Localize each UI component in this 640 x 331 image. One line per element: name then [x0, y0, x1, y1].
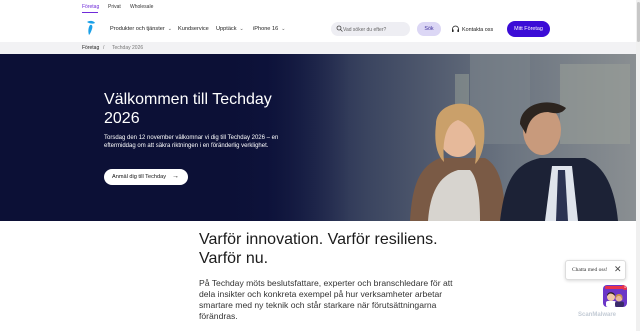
menu-kundservice-label: Kundservice — [178, 26, 209, 32]
section-paragraph: På Techday möts beslutsfattare, experter… — [199, 278, 453, 321]
section-heading: Varför innovation. Varför resiliens. Var… — [199, 231, 438, 267]
contact-label: Kontakta oss — [462, 26, 494, 33]
search-placeholder: Vad söker du efter? — [343, 26, 387, 33]
register-button[interactable]: Anmäl dig till Techday → — [104, 169, 188, 185]
my-account-button[interactable]: Mitt Företag — [507, 21, 550, 37]
menu-products[interactable]: Produkter och tjänster ⌄ — [110, 26, 172, 32]
hero-photo — [0, 54, 636, 221]
hero-section: Välkommen till Techday 2026 Torsdag den … — [0, 54, 636, 221]
search-input[interactable]: Vad söker du efter? — [331, 22, 410, 36]
breadcrumb-link-foretag[interactable]: Företag — [82, 45, 99, 51]
headset-icon — [452, 25, 459, 32]
menu-products-label: Produkter och tjänster — [110, 26, 165, 32]
breadcrumb: Företag / Techday 2026 — [0, 42, 636, 54]
chat-launcher[interactable]: 1 — [603, 285, 627, 307]
register-button-label: Anmäl dig till Techday — [112, 174, 166, 180]
chevron-down-icon: ⌄ — [239, 26, 244, 32]
arrow-right-icon: → — [172, 172, 179, 180]
chat-agents-avatar — [606, 292, 624, 307]
utility-link-privat[interactable]: Privat — [108, 4, 121, 10]
search-button[interactable]: Sök — [417, 22, 441, 36]
menu-kundservice[interactable]: Kundservice — [178, 26, 209, 32]
utility-nav: Företag Privat Wholesale — [0, 0, 640, 14]
breadcrumb-current: Techday 2026 — [112, 45, 144, 51]
page-scrollbar[interactable] — [636, 0, 640, 331]
telia-pebble-logo-icon[interactable] — [84, 20, 98, 36]
menu-upptack-label: Upptäck — [216, 26, 237, 32]
hero-title: Välkommen till Techday 2026 — [104, 91, 272, 127]
main-nav: Produkter och tjänster ⌄ Kundservice Uppt… — [0, 14, 640, 44]
chevron-down-icon: ⌄ — [167, 26, 172, 32]
menu-iphone-label: iPhone 16 — [253, 26, 279, 32]
menu-upptack[interactable]: Upptäck ⌄ — [216, 26, 244, 32]
scanmalware-watermark: ScanMalware — [578, 312, 617, 318]
chevron-down-icon: ⌄ — [281, 26, 286, 32]
utility-link-foretag[interactable]: Företag — [82, 4, 99, 10]
hero-text: Torsdag den 12 november välkomnar vi dig… — [104, 135, 279, 149]
chat-prompt-label: Chatta med oss! — [572, 267, 608, 273]
breadcrumb-separator: / — [103, 45, 105, 51]
chat-prompt[interactable]: Chatta med oss! ✕ — [565, 260, 626, 280]
active-indicator — [82, 12, 98, 13]
scrollbar-thumb[interactable] — [636, 2, 640, 42]
unread-count-badge: 1 — [622, 285, 627, 290]
close-icon[interactable]: ✕ — [614, 264, 622, 275]
utility-link-wholesale[interactable]: Wholesale — [130, 4, 153, 10]
contact-link[interactable]: Kontakta oss — [451, 24, 495, 34]
menu-iphone[interactable]: iPhone 16 ⌄ — [253, 26, 285, 32]
